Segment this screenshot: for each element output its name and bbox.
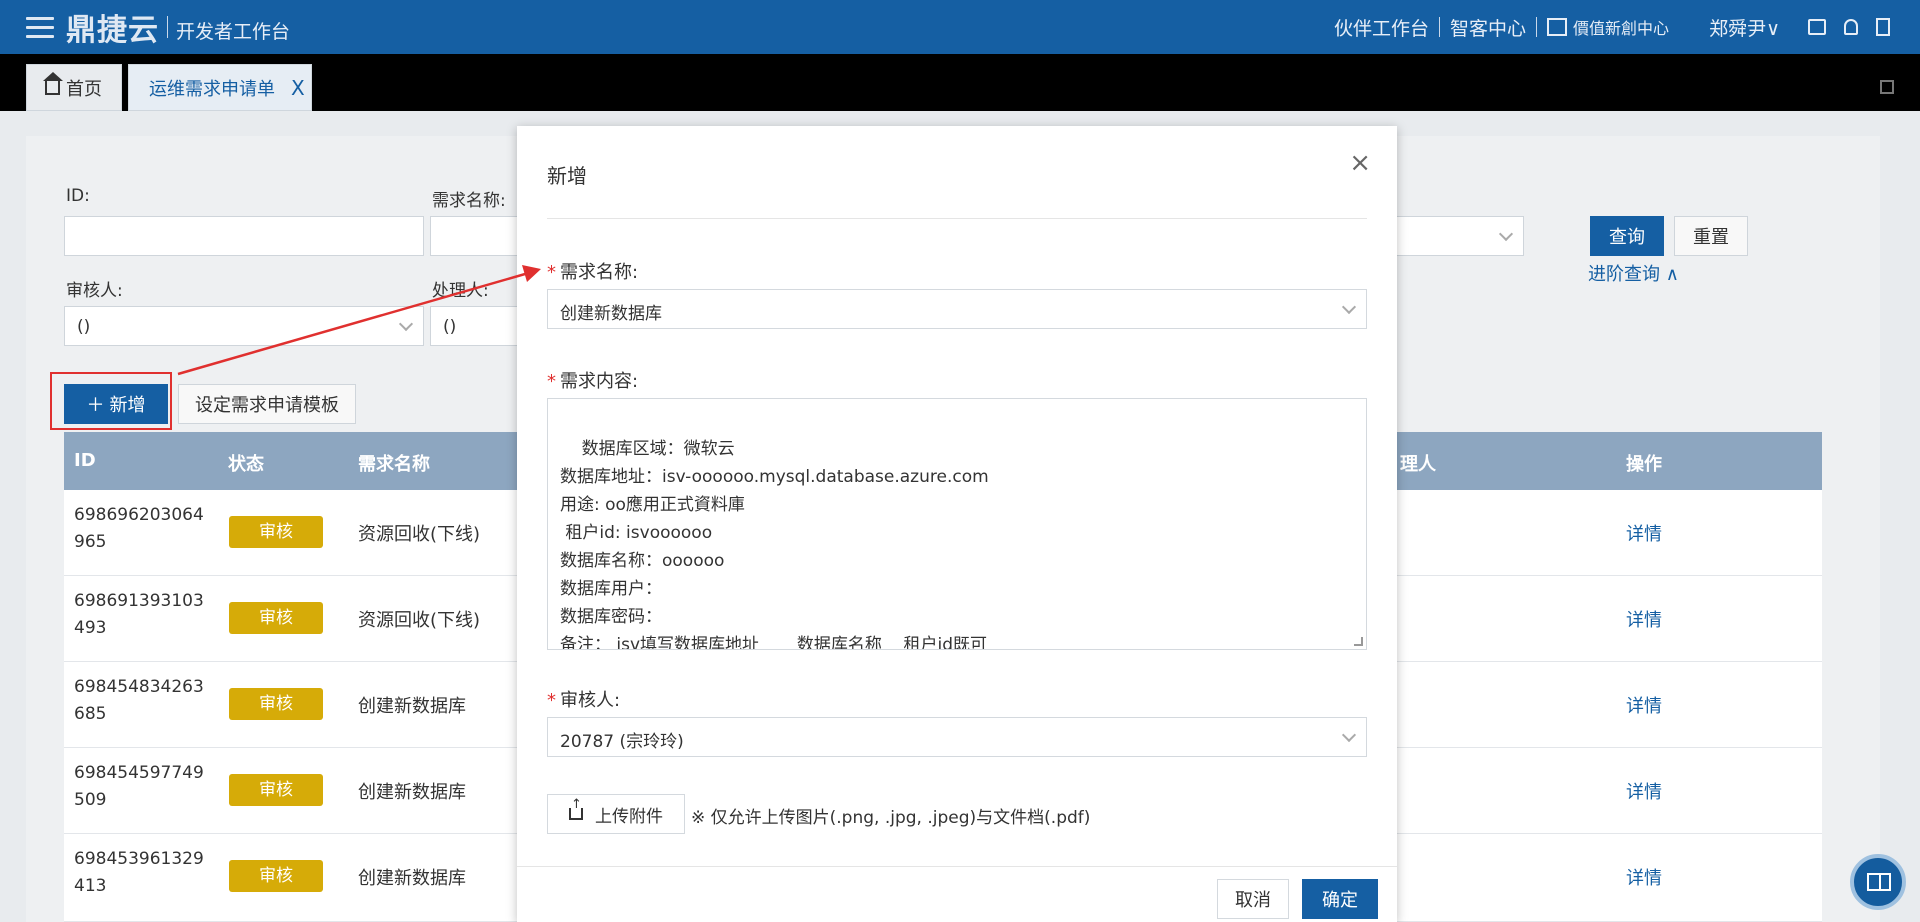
book-icon xyxy=(1867,873,1891,891)
help-guide-button[interactable] xyxy=(1850,854,1906,910)
annotation-arrow xyxy=(177,265,541,376)
